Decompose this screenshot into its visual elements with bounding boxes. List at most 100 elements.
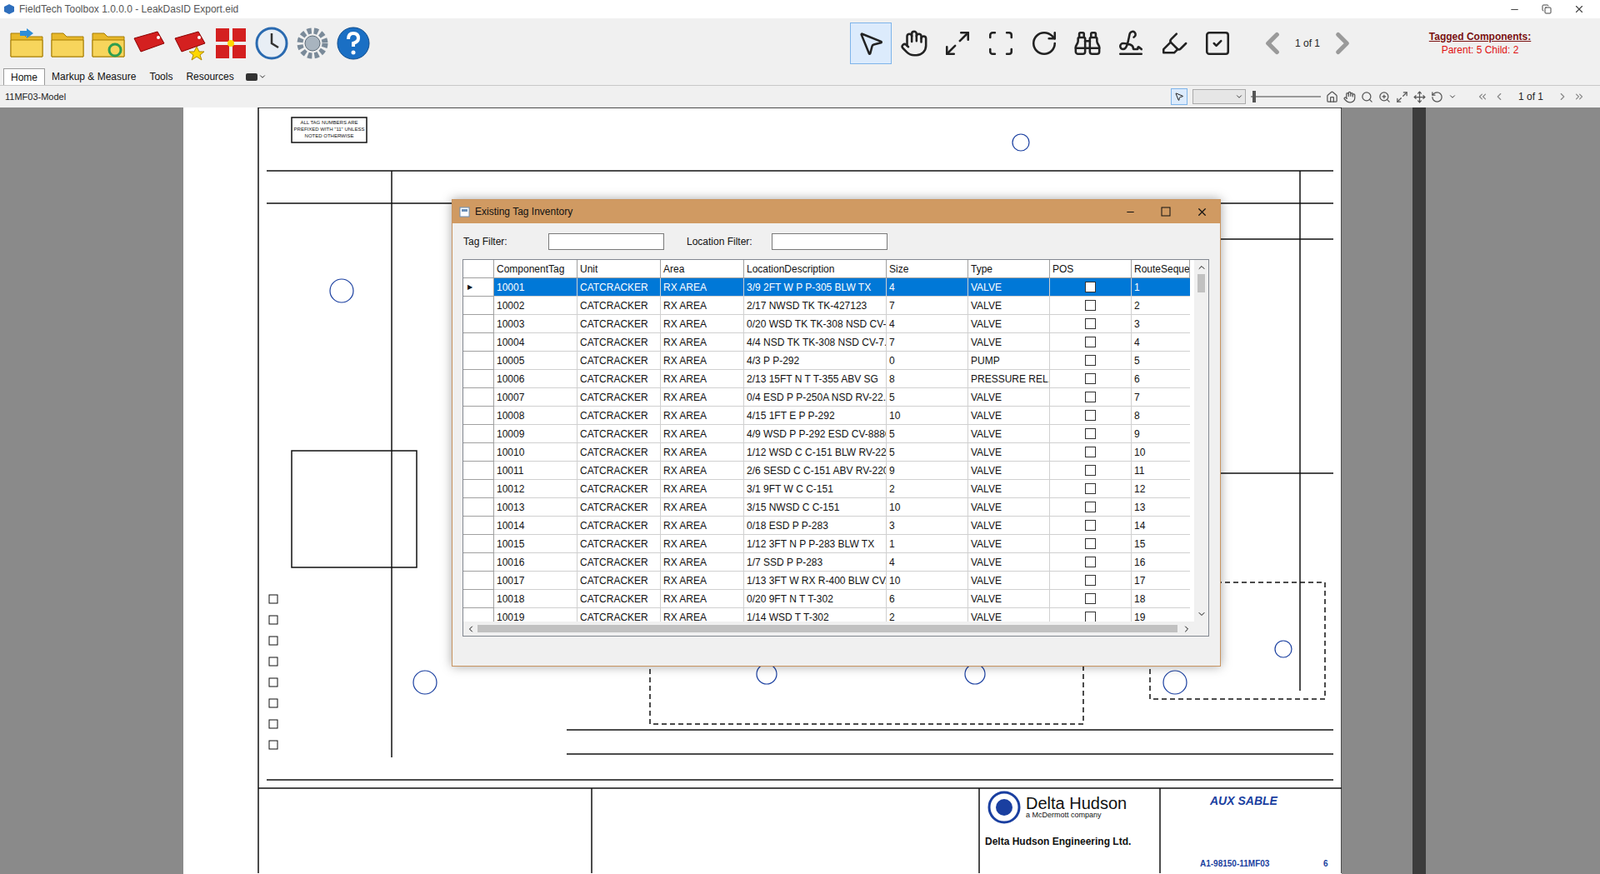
doc-tool-icon[interactable] <box>1360 90 1374 104</box>
table-cell[interactable]: 0/4 ESD P P-250A NSD RV-22... <box>744 388 887 407</box>
table-cell[interactable]: RX AREA <box>660 480 745 499</box>
table-cell[interactable]: RX AREA <box>660 590 745 609</box>
scroll-left-icon[interactable] <box>465 624 476 635</box>
table-row[interactable]: 10007CATCRACKERRX AREA0/4 ESD P P-250A N… <box>463 388 1195 407</box>
table-cell[interactable]: 2 <box>1131 296 1190 315</box>
column-header[interactable]: Unit <box>577 260 661 279</box>
table-cell[interactable]: 10014 <box>494 516 578 535</box>
table-cell[interactable]: 17 <box>1131 571 1190 590</box>
row-header[interactable] <box>463 315 495 334</box>
pos-cell[interactable] <box>1050 480 1132 499</box>
table-cell[interactable]: VALVE <box>968 278 1050 297</box>
column-header[interactable]: RouteSequer <box>1131 260 1190 279</box>
table-cell[interactable]: VALVE <box>968 498 1050 517</box>
table-cell[interactable]: 18 <box>1131 590 1190 609</box>
table-cell[interactable]: 6 <box>886 590 969 609</box>
row-header[interactable] <box>463 516 495 535</box>
pos-cell[interactable] <box>1050 278 1132 297</box>
table-cell[interactable]: 10012 <box>494 480 578 499</box>
column-header[interactable]: ComponentTag <box>494 260 578 279</box>
table-cell[interactable]: CATCRACKER <box>577 351 661 370</box>
table-cell[interactable]: CATCRACKER <box>577 535 661 554</box>
minimize-icon[interactable] <box>1125 206 1136 218</box>
table-cell[interactable]: VALVE <box>968 406 1050 425</box>
doc-tool-icon[interactable] <box>1430 90 1444 104</box>
table-cell[interactable]: 5 <box>1131 351 1190 370</box>
pos-checkbox[interactable] <box>1085 465 1096 476</box>
pos-checkbox[interactable] <box>1085 391 1096 403</box>
table-cell[interactable]: 10015 <box>494 535 578 554</box>
pos-cell[interactable] <box>1050 296 1132 315</box>
table-cell[interactable]: 10 <box>886 498 969 517</box>
pos-checkbox[interactable] <box>1085 373 1096 385</box>
document-scrollbar[interactable] <box>1412 107 1426 874</box>
pos-cell[interactable] <box>1050 608 1132 622</box>
pos-cell[interactable] <box>1050 315 1132 334</box>
table-cell[interactable]: 7 <box>886 333 969 352</box>
table-cell[interactable]: 14 <box>1131 516 1190 535</box>
minimize-icon[interactable] <box>1509 4 1520 15</box>
table-cell[interactable]: CATCRACKER <box>577 461 661 480</box>
table-cell[interactable]: 1/12 WSD C C-151 BLW RV-22... <box>744 443 887 462</box>
table-cell[interactable]: RX AREA <box>660 498 745 517</box>
row-header[interactable] <box>463 608 495 622</box>
row-header[interactable] <box>463 370 495 389</box>
table-cell[interactable]: RX AREA <box>660 278 745 297</box>
pos-cell[interactable] <box>1050 535 1132 554</box>
table-cell[interactable]: VALVE <box>968 480 1050 499</box>
table-cell[interactable]: 0/18 ESD P P-283 <box>744 516 887 535</box>
zoom-select[interactable] <box>1192 89 1246 105</box>
table-cell[interactable]: CATCRACKER <box>577 553 661 572</box>
table-cell[interactable]: 10019 <box>494 608 578 622</box>
pos-cell[interactable] <box>1050 590 1132 609</box>
table-cell[interactable]: 13 <box>1131 498 1190 517</box>
table-cell[interactable]: 2 <box>886 480 969 499</box>
table-cell[interactable]: 4/9 WSD P P-292 ESD CV-888G <box>744 425 887 444</box>
row-header[interactable] <box>463 590 495 609</box>
pos-checkbox[interactable] <box>1085 501 1096 513</box>
table-cell[interactable]: 10005 <box>494 351 578 370</box>
table-cell[interactable]: CATCRACKER <box>577 333 661 352</box>
table-cell[interactable]: RX AREA <box>660 296 745 315</box>
pos-cell[interactable] <box>1050 498 1132 517</box>
close-icon[interactable] <box>1195 205 1209 219</box>
table-cell[interactable]: 10017 <box>494 571 578 590</box>
row-header[interactable]: ▶ <box>463 278 495 297</box>
row-header[interactable] <box>463 333 495 352</box>
table-cell[interactable]: VALVE <box>968 571 1050 590</box>
table-cell[interactable]: 3/1 9FT W C C-151 <box>744 480 887 499</box>
table-cell[interactable]: RX AREA <box>660 443 745 462</box>
table-cell[interactable]: CATCRACKER <box>577 406 661 425</box>
table-cell[interactable]: 4/4 NSD TK TK-308 NSD CV-7... <box>744 333 887 352</box>
row-header[interactable] <box>463 553 495 572</box>
folder-icon[interactable] <box>49 25 86 62</box>
table-cell[interactable]: 10 <box>886 406 969 425</box>
table-cell[interactable]: 11 <box>1131 461 1190 480</box>
row-header[interactable] <box>463 535 495 554</box>
table-cell[interactable]: CATCRACKER <box>577 498 661 517</box>
table-cell[interactable]: RX AREA <box>660 535 745 554</box>
table-cell[interactable]: 1/13 3FT W RX R-400 BLW CV... <box>744 571 887 590</box>
table-cell[interactable]: 9 <box>886 461 969 480</box>
table-cell[interactable]: VALVE <box>968 296 1050 315</box>
table-cell[interactable]: 10010 <box>494 443 578 462</box>
vertical-scrollbar[interactable] <box>1194 260 1209 622</box>
pos-checkbox[interactable] <box>1085 483 1096 495</box>
pos-checkbox[interactable] <box>1085 281 1096 293</box>
table-cell[interactable]: VALVE <box>968 425 1050 444</box>
table-cell[interactable]: RX AREA <box>660 333 745 352</box>
table-row[interactable]: 10018CATCRACKERRX AREA0/20 9FT N T T-302… <box>463 590 1195 609</box>
tool-button[interactable] <box>1196 22 1239 65</box>
pos-cell[interactable] <box>1050 425 1132 444</box>
table-row[interactable]: 10013CATCRACKERRX AREA3/15 NWSD C C-1511… <box>463 498 1195 517</box>
pos-checkbox[interactable] <box>1085 336 1096 348</box>
tool-button[interactable] <box>936 22 979 65</box>
table-row[interactable]: 10004CATCRACKERRX AREA4/4 NSD TK TK-308 … <box>463 333 1195 352</box>
tool-button[interactable] <box>850 22 892 65</box>
table-cell[interactable]: 4 <box>886 553 969 572</box>
table-cell[interactable]: 4/3 P P-292 <box>744 351 887 370</box>
table-cell[interactable]: 2/17 NWSD TK TK-427123 <box>744 296 887 315</box>
row-header[interactable] <box>463 480 495 499</box>
clock-icon[interactable] <box>253 25 290 62</box>
table-cell[interactable]: VALVE <box>968 461 1050 480</box>
